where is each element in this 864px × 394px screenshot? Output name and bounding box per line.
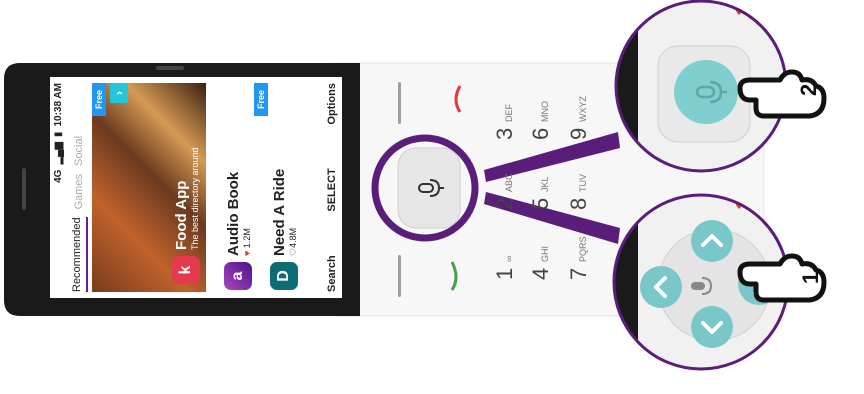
dpad-left-button[interactable] bbox=[640, 266, 682, 308]
app-stat: 1.2M bbox=[242, 228, 252, 249]
app-stat: 4.8M bbox=[288, 227, 298, 248]
softkey-search[interactable]: Search bbox=[326, 255, 338, 292]
earpiece bbox=[22, 168, 26, 210]
tab-bar: Recommended Games Social bbox=[66, 77, 88, 298]
keypad-key-1[interactable]: 1 bbox=[492, 268, 517, 280]
tab-recommended[interactable]: Recommended bbox=[71, 217, 88, 292]
keypad-letters: DEF bbox=[504, 103, 514, 122]
keypad-key-5[interactable]: 5 bbox=[528, 198, 553, 210]
food-app-icon: k bbox=[172, 256, 200, 284]
free-badge: Free bbox=[254, 83, 268, 117]
select-button-zoom[interactable] bbox=[674, 60, 738, 124]
keypad-key-3[interactable]: 3 bbox=[492, 128, 517, 140]
keypad-letters: ∞ bbox=[504, 256, 514, 262]
keypad-letters: MNO bbox=[540, 101, 550, 122]
keypad-letters: TUV bbox=[578, 174, 588, 192]
heart-icon: ♡ bbox=[288, 247, 298, 256]
keypad-key-9[interactable]: 9 bbox=[566, 128, 591, 140]
keypad-key-6[interactable]: 6 bbox=[528, 128, 553, 140]
keypad-key-2[interactable]: 2 bbox=[492, 198, 517, 210]
keypad-key-4[interactable]: 4 bbox=[528, 268, 553, 280]
keypad-letters: JKL bbox=[540, 176, 550, 192]
app-name: Need A Ride bbox=[271, 168, 288, 256]
center-select-button[interactable] bbox=[397, 147, 461, 229]
featured-app-description: The best directory around bbox=[190, 147, 200, 250]
network-indicator: 4G bbox=[52, 169, 64, 183]
chevron-right-icon[interactable]: › bbox=[110, 83, 128, 103]
side-notch bbox=[156, 66, 184, 70]
softkey-bar: Search SELECT Options bbox=[322, 77, 342, 298]
keypad-key-7[interactable]: 7 bbox=[566, 268, 591, 280]
keypad-letters: GHI bbox=[540, 246, 550, 262]
battery-icon: ▮ bbox=[52, 131, 64, 138]
tab-games[interactable]: Games bbox=[73, 174, 88, 209]
list-item[interactable]: Free D Need A Ride ♡4.8M bbox=[254, 77, 298, 298]
softkey-options[interactable]: Options bbox=[326, 83, 338, 125]
keypad-letters: ABC bbox=[504, 173, 514, 192]
tab-social[interactable]: Social bbox=[73, 136, 88, 166]
signal-icon: ▂▄▆ bbox=[52, 142, 64, 165]
heart-icon: ♥ bbox=[242, 250, 252, 256]
ride-app-icon: D bbox=[270, 262, 298, 290]
audio-book-icon: a bbox=[224, 262, 252, 290]
softkey-right-line bbox=[398, 255, 401, 297]
app-name: Audio Book bbox=[225, 171, 242, 256]
status-bar: 4G ▂▄▆ ▮ 10:38 AM bbox=[50, 77, 66, 298]
featured-app-banner[interactable]: Free › k Food App The best directory aro… bbox=[92, 83, 206, 292]
step-1-label: 1 bbox=[798, 272, 823, 284]
softkey-left-line bbox=[398, 82, 401, 124]
phone-screen: 4G ▂▄▆ ▮ 10:38 AM Recommended Games Soci… bbox=[50, 77, 342, 298]
keypad-letters: PQRS bbox=[578, 236, 588, 262]
keypad-letters: WXYZ bbox=[578, 95, 588, 122]
dpad-down-button[interactable] bbox=[691, 306, 733, 348]
list-item[interactable]: a Audio Book ♥ 1.2M bbox=[212, 77, 252, 298]
dpad-up-button[interactable] bbox=[691, 220, 733, 262]
clock: 10:38 AM bbox=[52, 83, 64, 127]
featured-app-name: Food App bbox=[173, 180, 190, 250]
softkey-select[interactable]: SELECT bbox=[326, 168, 338, 211]
step-2-label: 2 bbox=[796, 84, 821, 96]
keypad-key-8[interactable]: 8 bbox=[566, 198, 591, 210]
free-badge: Free bbox=[92, 83, 106, 117]
illustration: 1 ∞ 2 ABC 3 DEF 4 GHI 5 JKL 6 MNO 7 PQRS 8 TUV 9 WXYZ bbox=[0, 0, 864, 394]
